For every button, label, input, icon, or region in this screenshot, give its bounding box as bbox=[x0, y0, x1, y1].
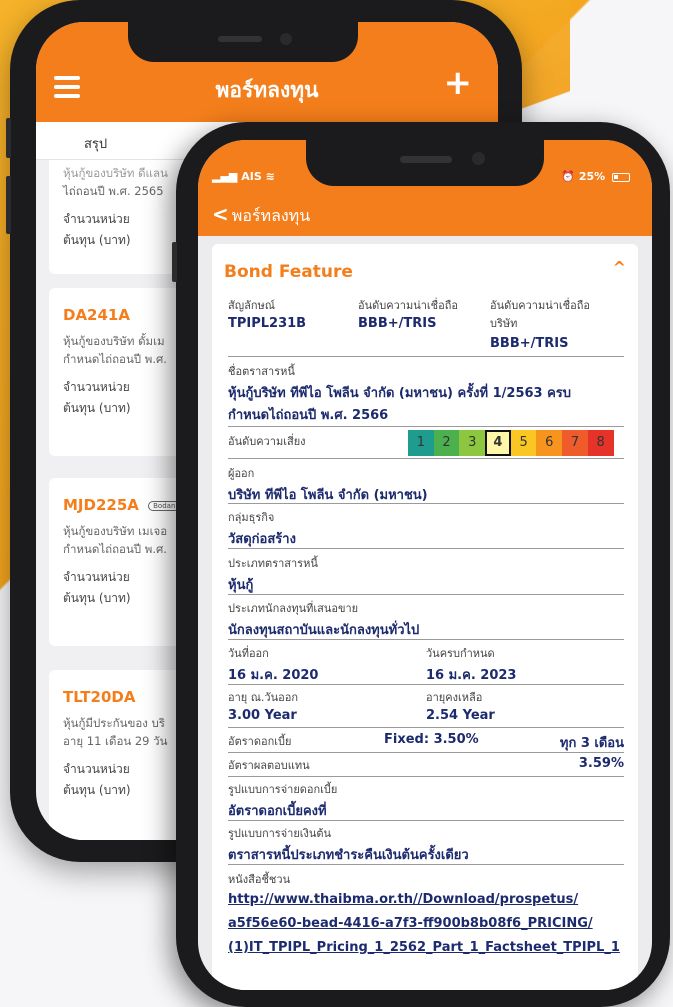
risk-level-cell: 6 bbox=[536, 430, 563, 456]
carrier-name: AIS bbox=[241, 170, 262, 183]
risk-level-cell: 7 bbox=[562, 430, 588, 456]
back-header-title: พอร์ทลงทุน bbox=[215, 78, 319, 102]
coupon-label: อัตราดอกเบี้ย bbox=[228, 735, 292, 748]
rating-value: BBB+/TRIS bbox=[358, 316, 437, 331]
bond-name-label: ชื่อตราสารหนี้ bbox=[228, 365, 295, 378]
divider bbox=[228, 684, 624, 685]
bond-name-line1: หุ้นกู้บริษัท ทีพีไอ โพลีน จำกัด (มหาชน)… bbox=[228, 386, 572, 401]
divider bbox=[228, 426, 624, 427]
wifi-icon: ≋ bbox=[265, 170, 275, 183]
battery-percent: 25% bbox=[578, 170, 606, 183]
prospectus-link[interactable]: a5f56e60-bead-4416-a7f3-ff900b8b08f6_PRI… bbox=[228, 916, 593, 931]
interest-type-value: อัตราดอกเบี้ยคงที่ bbox=[228, 804, 327, 819]
bond-type-label: ประเภทตราสารหนี้ bbox=[228, 557, 318, 570]
chevron-up-icon[interactable]: ^ bbox=[613, 258, 626, 277]
symbol-label: สัญลักษณ์ bbox=[228, 299, 275, 312]
remaining-value: 2.54 Year bbox=[426, 708, 495, 723]
symbol-value: TPIPL231B bbox=[228, 316, 307, 331]
divider bbox=[228, 458, 624, 459]
bond-name-line2: กำหนดไถ่ถอนปี พ.ศ. 2566 bbox=[228, 408, 389, 423]
maturity-label: วันครบกำหนด bbox=[426, 647, 495, 660]
risk-label: อันดับความเสี่ยง bbox=[228, 435, 306, 448]
divider bbox=[228, 639, 624, 640]
issuer-label: ผู้ออก bbox=[228, 467, 255, 480]
sector-value: วัสดุก่อสร้าง bbox=[228, 532, 296, 547]
age-value: 3.00 Year bbox=[228, 708, 297, 723]
tab-summary[interactable]: สรุป bbox=[84, 133, 107, 154]
prospectus-label: หนังสือชี้ชวน bbox=[228, 873, 291, 886]
issue-date-label: วันที่ออก bbox=[228, 647, 269, 660]
divider bbox=[228, 820, 624, 821]
phone-side-button bbox=[172, 242, 177, 282]
divider bbox=[228, 864, 624, 865]
divider bbox=[228, 594, 624, 595]
front-phone-notch bbox=[306, 140, 544, 186]
back-phone-notch bbox=[128, 22, 358, 62]
maturity-value: 16 ม.ค. 2023 bbox=[426, 668, 517, 683]
risk-level-cell: 2 bbox=[433, 430, 460, 456]
divider bbox=[228, 727, 624, 728]
back-button[interactable]: < พอร์ทลงทุน bbox=[212, 202, 310, 229]
company-rating-label: อันดับความน่าเชื่อถือ bbox=[490, 299, 591, 312]
chevron-left-icon: < bbox=[212, 202, 229, 226]
interest-type-label: รูปแบบการจ่ายดอกเบี้ย bbox=[228, 783, 338, 796]
card-code: MJD225A bbox=[63, 496, 139, 514]
risk-scale: 1 2 3 4 5 6 7 8 bbox=[408, 430, 614, 456]
yield-label: อัตราผลตอบแทน bbox=[228, 759, 310, 772]
investor-type-value: นักลงทุนสถาบันและนักลงทุนทั่วไป bbox=[228, 623, 420, 638]
principal-label: รูปแบบการจ่ายเงินต้น bbox=[228, 827, 332, 840]
investor-type-label: ประเภทนักลงทุนที่เสนอขาย bbox=[228, 602, 359, 615]
signal-icon: ▂▄▆ bbox=[212, 170, 238, 183]
coupon-value: Fixed: 3.50% bbox=[384, 732, 479, 747]
front-phone-screen: ▂▄▆ AIS ≋ ⏰ 25% < พอร์ทลงทุน Bond Feature… bbox=[198, 140, 652, 990]
risk-level-cell: 5 bbox=[510, 430, 537, 456]
risk-level-cell: 3 bbox=[459, 430, 486, 456]
battery-icon bbox=[612, 172, 630, 182]
status-battery: ⏰ 25% bbox=[561, 170, 630, 183]
principal-value: ตราสารหนี้ประเภทชำระคืนเงินต้นครั้งเดียว bbox=[228, 848, 469, 863]
age-label: อายุ ณ.วันออก bbox=[228, 691, 298, 704]
divider bbox=[228, 356, 624, 357]
company-rating-value: BBB+/TRIS bbox=[490, 336, 569, 351]
back-button-label: พอร์ทลงทุน bbox=[231, 206, 311, 225]
risk-level-cell: 8 bbox=[587, 430, 614, 456]
divider bbox=[228, 776, 624, 777]
divider bbox=[228, 503, 624, 504]
remaining-label: อายุคงเหลือ bbox=[426, 691, 483, 704]
yield-value: 3.59% bbox=[578, 756, 624, 771]
divider bbox=[228, 548, 624, 549]
alarm-icon: ⏰ bbox=[561, 170, 575, 183]
bond-feature-panel: Bond Feature ^ สัญลักษณ์ TPIPL231B อันดั… bbox=[212, 244, 638, 990]
sector-label: กลุ่มธุรกิจ bbox=[228, 511, 275, 524]
add-icon[interactable]: + bbox=[444, 66, 473, 100]
issue-date-value: 16 ม.ค. 2020 bbox=[228, 668, 319, 683]
divider bbox=[228, 752, 624, 753]
company-rating-label-2: บริษัท bbox=[490, 317, 518, 330]
issuer-value: บริษัท ทีพีไอ โพลีน จำกัด (มหาชน) bbox=[228, 488, 428, 503]
rating-label: อันดับความน่าเชื่อถือ bbox=[358, 299, 459, 312]
status-carrier: ▂▄▆ AIS ≋ bbox=[212, 170, 275, 183]
coupon-frequency: ทุก 3 เดือน bbox=[559, 736, 624, 751]
prospectus-link[interactable]: (1)IT_TPIPL_Pricing_1_2562_Part_1_Factsh… bbox=[228, 940, 628, 955]
panel-title: Bond Feature bbox=[224, 262, 353, 282]
risk-level-cell: 1 bbox=[408, 430, 434, 456]
risk-level-cell: 4 bbox=[485, 430, 511, 456]
bond-type-value: หุ้นกู้ bbox=[228, 578, 254, 593]
front-phone: ▂▄▆ AIS ≋ ⏰ 25% < พอร์ทลงทุน Bond Feature… bbox=[172, 122, 670, 1007]
phone-side-button bbox=[6, 118, 11, 158]
phone-side-button bbox=[6, 176, 11, 234]
prospectus-link[interactable]: http://www.thaibma.or.th//Download/prosp… bbox=[228, 892, 578, 907]
